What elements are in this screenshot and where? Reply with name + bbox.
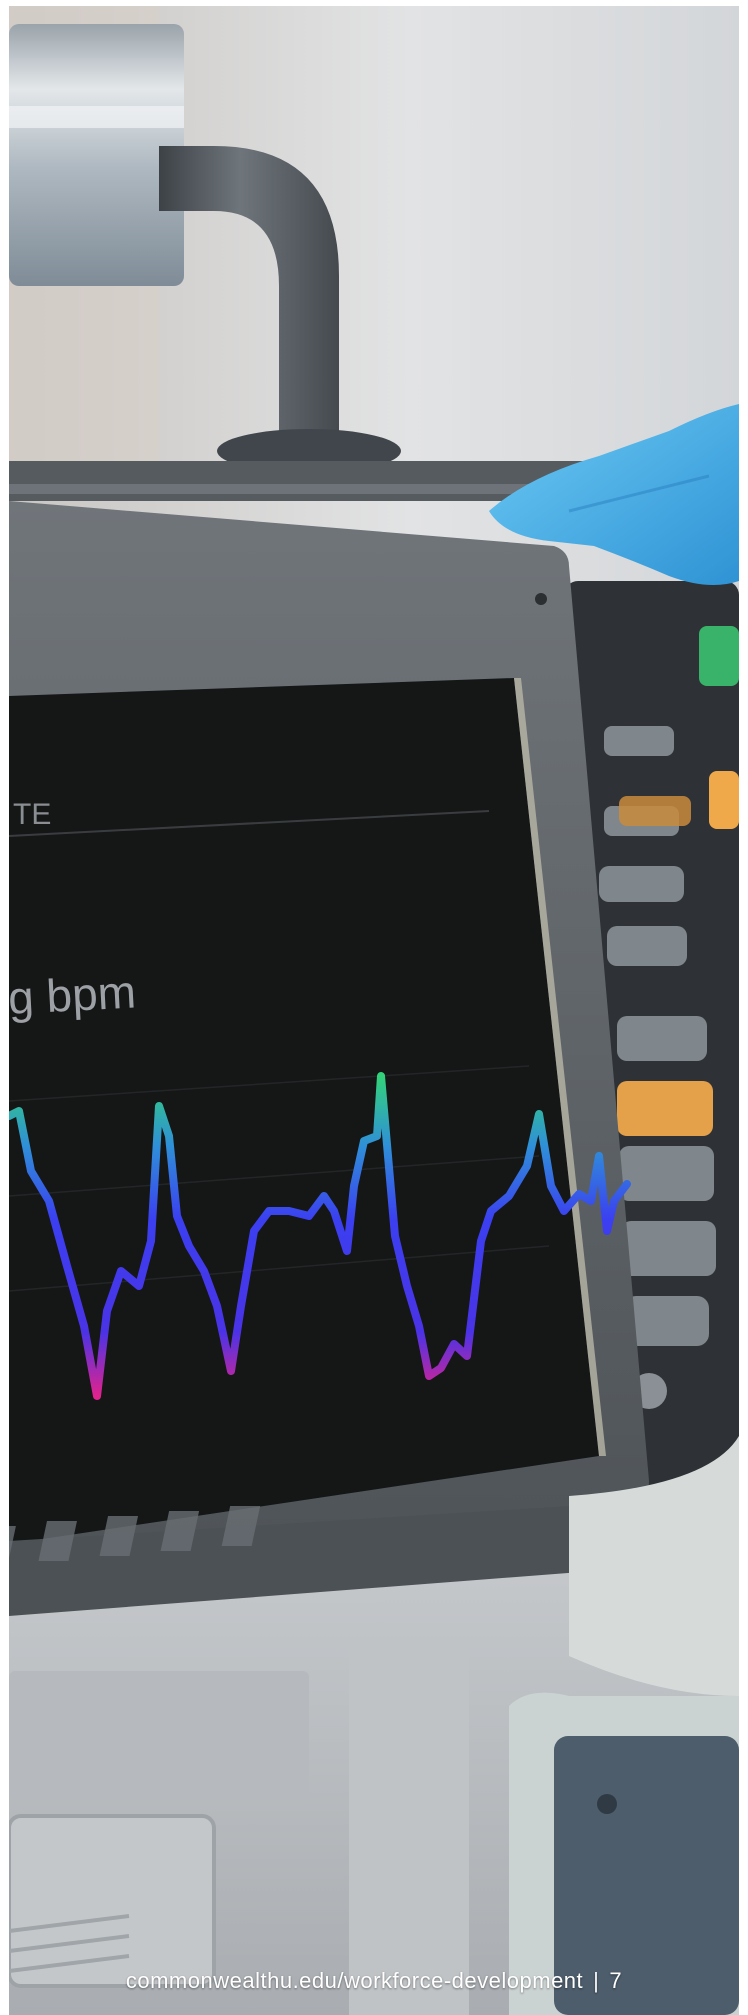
footer-separator: | (593, 1968, 600, 1993)
screen-reading-fragment: g bpm (9, 965, 137, 1024)
screen-label-fragment: TE (13, 798, 51, 831)
page-number: 7 (609, 1968, 623, 1993)
page-footer: commonwealthu.edu/workforce-development … (0, 1966, 748, 1996)
monitor-photo: TE g bpm (9, 6, 739, 2015)
footer-url[interactable]: commonwealthu.edu/workforce-development (126, 1968, 583, 1994)
monitor-illustration: TE g bpm (9, 6, 739, 2015)
page: TE g bpm commonwealthu.edu/workforce-dev… (0, 0, 748, 2015)
